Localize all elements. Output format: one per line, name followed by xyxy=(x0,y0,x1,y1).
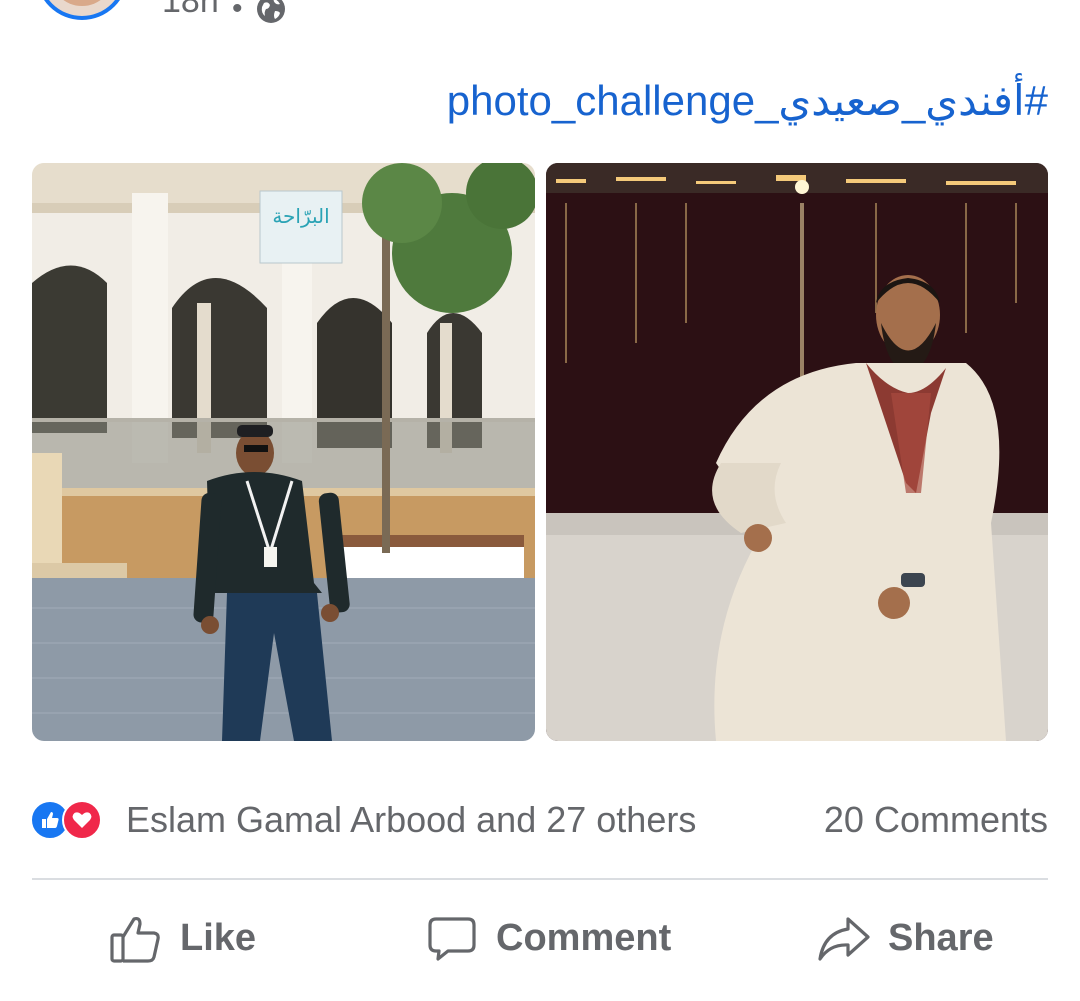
share-label: Share xyxy=(888,916,994,959)
thumbs-up-icon xyxy=(108,911,162,965)
comments-count[interactable]: 20 Comments xyxy=(824,799,1048,841)
post-photo-riverside[interactable] xyxy=(546,163,1048,741)
divider xyxy=(32,878,1048,880)
author-avatar[interactable] xyxy=(36,0,128,20)
reactions-summary[interactable]: Eslam Gamal Arbood and 27 others xyxy=(126,799,696,841)
restaurant-sign-text: البرّاحة xyxy=(272,204,329,228)
globe-icon xyxy=(255,0,287,30)
comment-label: Comment xyxy=(496,916,672,959)
comment-button[interactable]: Comment xyxy=(424,906,671,970)
post-photo-restaurant[interactable]: البرّاحة xyxy=(32,163,535,741)
post-hashtag-link[interactable]: #أفندي_صعيدي_photo_challenge xyxy=(447,76,1048,125)
post-timestamp[interactable]: 18h xyxy=(162,0,219,21)
avatar-photo xyxy=(50,0,114,6)
share-arrow-icon xyxy=(816,911,870,965)
meta-separator: • xyxy=(232,0,243,25)
comment-bubble-icon xyxy=(424,911,478,965)
post-header: 18h • xyxy=(0,0,1080,40)
love-reaction-icon xyxy=(62,800,102,840)
like-button[interactable]: Like xyxy=(108,906,256,970)
share-button[interactable]: Share xyxy=(816,906,994,970)
like-label: Like xyxy=(180,916,257,959)
